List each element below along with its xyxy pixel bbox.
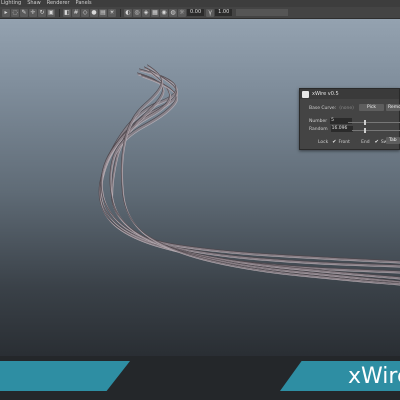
base-curve-label: Base Curve: xyxy=(309,106,337,111)
wire-bundle[interactable] xyxy=(0,0,400,400)
panel-titlebar[interactable]: xWire v0.5 xyxy=(300,89,399,99)
random-slider-handle[interactable] xyxy=(364,128,366,133)
lock-label: Lock xyxy=(318,139,329,145)
end-label: End xyxy=(361,139,370,145)
end-checkbox[interactable]: ✔ xyxy=(355,139,359,145)
front-label: Front xyxy=(338,139,350,145)
xwire-icon xyxy=(302,90,309,98)
base-curve-value: (none) xyxy=(339,106,354,111)
number-field[interactable]: 5 xyxy=(330,118,353,124)
front-checkbox[interactable]: ✔ xyxy=(332,139,336,145)
random-label: Random xyxy=(309,126,328,132)
sweep-checkbox[interactable]: ✔ xyxy=(375,139,379,145)
xwire-panel: xWire v0.5 Base Curve: (none) Pick Remov… xyxy=(299,88,400,150)
number-label: Number xyxy=(309,118,328,124)
number-slider[interactable] xyxy=(348,120,400,125)
tab-button[interactable]: Tab xyxy=(386,137,400,144)
maya-viewport[interactable]: Lighting Shaw Renderer Panels ▸ ◌ ✎ ✛ ↻ … xyxy=(0,0,400,400)
random-row: Random 16.096 xyxy=(309,126,353,132)
base-curve-row: Base Curve: (none) xyxy=(309,106,354,111)
brand-title: xWire xyxy=(348,363,400,389)
remove-button[interactable]: Remov xyxy=(386,104,400,111)
options-row: Lock ✔ Front ✔ End ✔ Sweep xyxy=(318,139,396,145)
number-slider-handle[interactable] xyxy=(363,120,366,125)
number-row: Number 5 xyxy=(309,118,353,124)
random-slider[interactable] xyxy=(352,128,400,133)
random-field[interactable]: 16.096 xyxy=(330,126,353,132)
pick-button[interactable]: Pick xyxy=(359,104,384,111)
panel-title: xWire v0.5 xyxy=(312,91,339,97)
